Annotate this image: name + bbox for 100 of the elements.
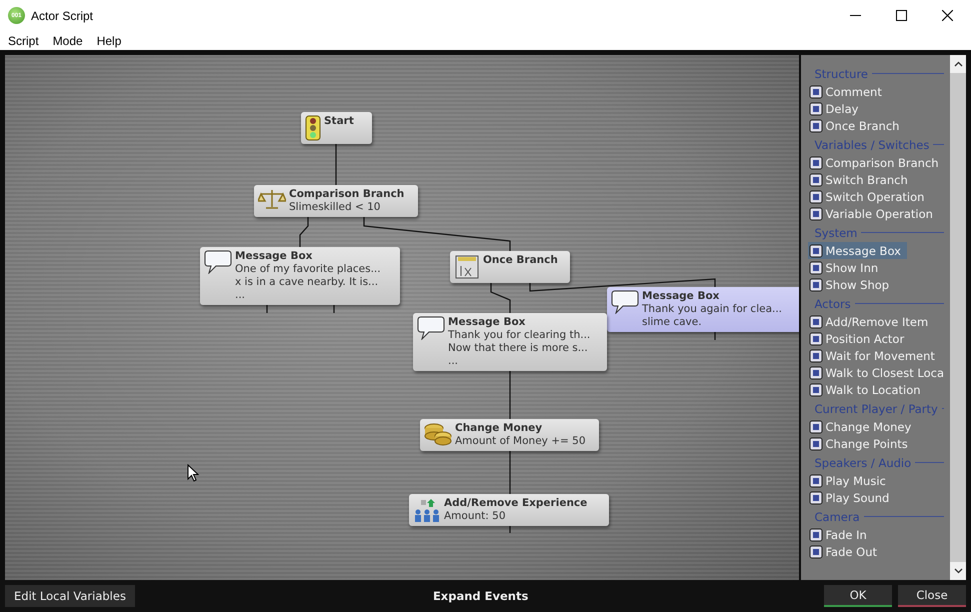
palette-item[interactable]: Add/Remove Item xyxy=(808,313,934,330)
palette-item[interactable]: Message Box xyxy=(808,242,907,259)
node-detail: slime cave. xyxy=(642,316,703,329)
node-title: Message Box xyxy=(235,250,314,263)
node-title: Start xyxy=(324,115,354,128)
node-detail: Slimeskilled < 10 xyxy=(289,201,382,214)
command-icon xyxy=(808,244,822,258)
close-icon[interactable] xyxy=(942,10,953,21)
event-node[interactable]: Message Box Thank you for clearing th... Now that there is more s... ... xyxy=(413,313,607,371)
once-counter-icon xyxy=(454,254,480,280)
palette-item[interactable]: Wait for Movement xyxy=(808,347,941,364)
category-heading: Actors xyxy=(814,296,851,310)
palette-item[interactable]: Delay xyxy=(808,100,864,117)
category-heading: Variables / Switches xyxy=(814,138,930,152)
category-heading: System xyxy=(814,226,858,240)
palette-item[interactable]: Comparison Branch xyxy=(808,154,945,171)
palette-item[interactable]: Play Music xyxy=(808,472,892,489)
dialog-button[interactable]: Close xyxy=(898,585,966,607)
node-detail: Now that there is more s... xyxy=(448,342,589,355)
expand-events-button[interactable]: Expand Events xyxy=(426,585,534,607)
node-detail: One of my favorite places... xyxy=(235,263,381,276)
palette-item[interactable]: Position Actor xyxy=(808,330,910,347)
window-title: Actor Script xyxy=(31,8,94,22)
command-icon xyxy=(808,436,822,450)
connector-line xyxy=(335,143,337,185)
node-detail: ... xyxy=(235,289,246,302)
coins-icon xyxy=(424,422,452,446)
palette-item[interactable]: Change Points xyxy=(808,435,914,452)
event-node[interactable]: Start xyxy=(301,112,372,144)
command-icon xyxy=(808,366,822,380)
palette-item[interactable]: Show Inn xyxy=(808,259,884,276)
palette-item[interactable]: Change Money xyxy=(808,418,918,435)
palette-item[interactable]: Play Sound xyxy=(808,489,896,506)
command-icon xyxy=(808,420,822,434)
palette-item[interactable]: Show Shop xyxy=(808,276,896,293)
command-icon xyxy=(808,84,822,98)
palette-item[interactable]: Fade In xyxy=(808,526,873,543)
connector-line xyxy=(490,282,511,313)
category-heading: Current Player / Party xyxy=(814,402,938,416)
node-detail: ... xyxy=(448,355,460,368)
minimize-icon[interactable] xyxy=(850,14,861,16)
menu-item[interactable]: Script xyxy=(8,34,39,48)
node-title: Message Box xyxy=(642,290,720,303)
palette-item[interactable]: Comment xyxy=(808,83,888,100)
dialog-button[interactable]: OK xyxy=(824,585,892,607)
scrollbar[interactable] xyxy=(950,55,966,580)
node-title: Change Money xyxy=(455,422,544,435)
speech-bubble-icon xyxy=(611,290,639,314)
speech-bubble-icon xyxy=(417,316,445,340)
node-detail: x is in a cave nearby. It is... xyxy=(235,276,380,289)
command-icon xyxy=(808,102,822,116)
node-detail: Thank you for clearing th... xyxy=(448,329,590,342)
traffic-light-icon xyxy=(305,115,321,141)
category-heading: Speakers / Audio xyxy=(814,456,912,470)
node-title: Add/Remove Experience xyxy=(444,497,588,510)
scroll-up-icon[interactable] xyxy=(954,61,962,67)
command-icon xyxy=(808,382,822,396)
menu-item[interactable]: Help xyxy=(96,34,122,48)
node-detail: Amount: 50 xyxy=(444,510,506,523)
palette-item[interactable]: Walk to Closest Loca xyxy=(808,364,950,381)
connector-line xyxy=(509,450,511,494)
palette-item[interactable]: Once Branch xyxy=(808,117,906,134)
palette-item[interactable]: Fade Out xyxy=(808,543,883,560)
event-node[interactable]: Message Box One of my favorite places... x is in a cave nearby. It is... ... xyxy=(200,247,400,305)
speech-bubble-icon xyxy=(204,250,232,274)
event-node[interactable]: Once Branch xyxy=(450,251,570,283)
node-title: Comparison Branch xyxy=(289,188,404,201)
command-icon xyxy=(808,118,822,132)
connector-line xyxy=(299,216,309,247)
command-icon xyxy=(808,332,822,346)
command-icon xyxy=(808,278,822,292)
event-node[interactable]: Message Box Thank you again for clea... slime cave. xyxy=(607,287,798,332)
palette-item[interactable]: Walk to Location xyxy=(808,381,927,398)
scroll-down-icon[interactable] xyxy=(954,568,962,574)
node-detail: Thank you again for clea... xyxy=(642,303,782,316)
menu-item[interactable]: Mode xyxy=(52,34,83,48)
command-icon xyxy=(808,544,822,558)
command-icon xyxy=(808,474,822,488)
command-icon xyxy=(808,156,822,170)
command-icon xyxy=(808,172,822,186)
palette-item[interactable]: Switch Branch xyxy=(808,171,914,188)
event-node[interactable]: Add/Remove Experience Amount: 50 xyxy=(409,494,609,526)
scales-icon xyxy=(258,188,286,210)
party-experience-icon xyxy=(413,497,441,523)
command-icon xyxy=(808,206,822,220)
node-title: Once Branch xyxy=(483,254,558,267)
mouse-pointer-icon xyxy=(187,464,199,482)
palette-item[interactable]: Switch Operation xyxy=(808,188,930,205)
maximize-icon[interactable] xyxy=(896,10,907,21)
event-node[interactable]: Comparison Branch Slimeskilled < 10 xyxy=(254,185,418,217)
command-icon xyxy=(808,314,822,328)
command-icon xyxy=(808,348,822,362)
category-heading: Structure xyxy=(814,66,868,80)
node-detail: Amount of Money += 50 xyxy=(455,435,586,448)
command-icon xyxy=(808,190,822,204)
event-node[interactable]: Change Money Amount of Money += 50 xyxy=(420,419,599,451)
palette-item[interactable]: Variable Operation xyxy=(808,205,939,222)
category-heading: Camera xyxy=(814,510,860,524)
node-title: Message Box xyxy=(448,316,526,329)
edit-local-variables-button[interactable]: Edit Local Variables xyxy=(5,585,135,607)
